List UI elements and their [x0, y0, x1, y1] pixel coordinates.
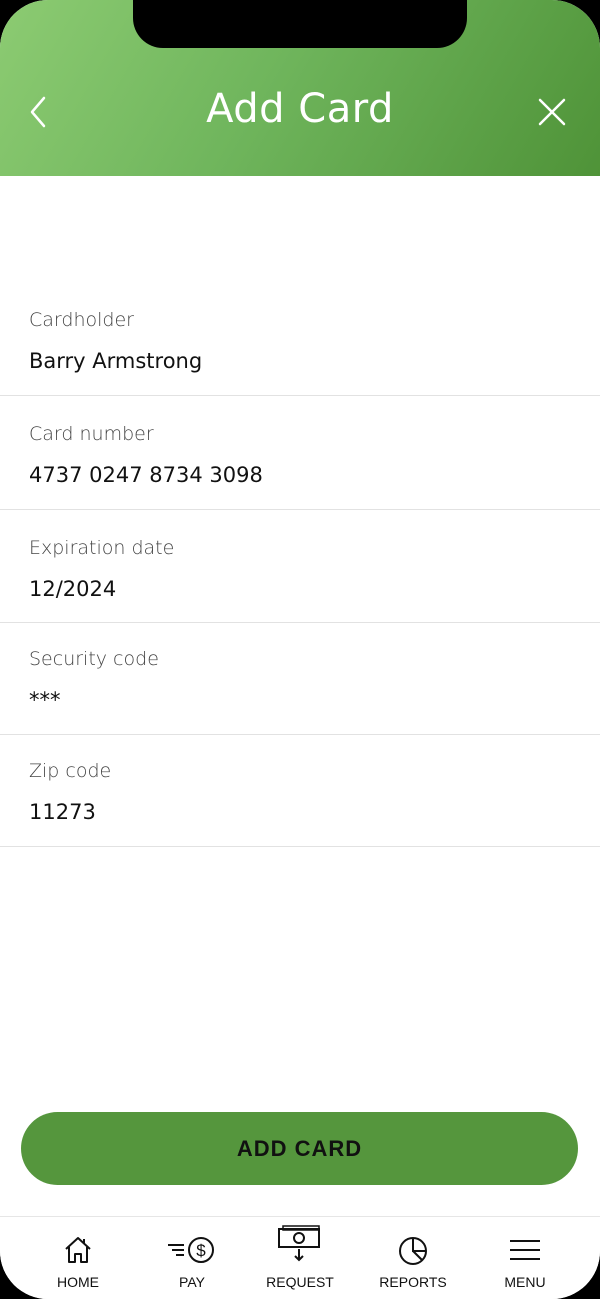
zip-code-label: Zip code: [29, 760, 112, 782]
add-card-button[interactable]: ADD CARD: [21, 1112, 578, 1185]
reports-icon: [399, 1237, 427, 1265]
tab-reports-label: REPORTS: [379, 1274, 447, 1290]
card-number-label: Card number: [29, 423, 154, 445]
tab-pay-label: PAY: [179, 1274, 205, 1290]
expiration-date-label: Expiration date: [29, 537, 175, 559]
svg-text:$: $: [196, 1241, 206, 1260]
cardholder-label: Cardholder: [29, 309, 134, 331]
tab-menu[interactable]: MENU: [465, 1217, 585, 1299]
request-icon: [278, 1225, 320, 1262]
expiration-date-input[interactable]: [29, 577, 549, 601]
home-icon: [65, 1237, 91, 1263]
tab-home-label: HOME: [57, 1274, 99, 1290]
tab-reports[interactable]: REPORTS: [353, 1217, 473, 1299]
tab-home[interactable]: HOME: [18, 1217, 138, 1299]
tab-request-label: REQUEST: [266, 1274, 334, 1290]
card-number-input[interactable]: [29, 463, 549, 487]
cardholder-input[interactable]: [29, 349, 549, 373]
close-button[interactable]: [532, 92, 572, 132]
security-code-label: Security code: [29, 648, 159, 670]
header-bar: Add Card: [0, 0, 600, 176]
security-code-field[interactable]: Security code: [0, 624, 600, 735]
device-notch: [133, 0, 467, 48]
security-code-input[interactable]: [29, 688, 549, 712]
tab-pay[interactable]: $ PAY: [132, 1217, 252, 1299]
expiration-date-field[interactable]: Expiration date: [0, 511, 600, 623]
zip-code-field[interactable]: Zip code: [0, 736, 600, 847]
close-icon: [538, 98, 566, 126]
menu-icon: [510, 1240, 540, 1260]
pay-icon: $: [168, 1237, 214, 1263]
page-title: Add Card: [206, 86, 394, 132]
tab-menu-label: MENU: [504, 1274, 546, 1290]
card-number-field[interactable]: Card number: [0, 397, 600, 510]
phone-screen: Add Card Cardholder Card number Expirati…: [0, 0, 600, 1299]
zip-code-input[interactable]: [29, 800, 549, 824]
bottom-tab-bar: HOME $ PAY REQUEST REPORTS MENU: [0, 1216, 600, 1299]
cardholder-field[interactable]: Cardholder: [0, 283, 600, 396]
tab-request[interactable]: REQUEST: [240, 1217, 360, 1299]
